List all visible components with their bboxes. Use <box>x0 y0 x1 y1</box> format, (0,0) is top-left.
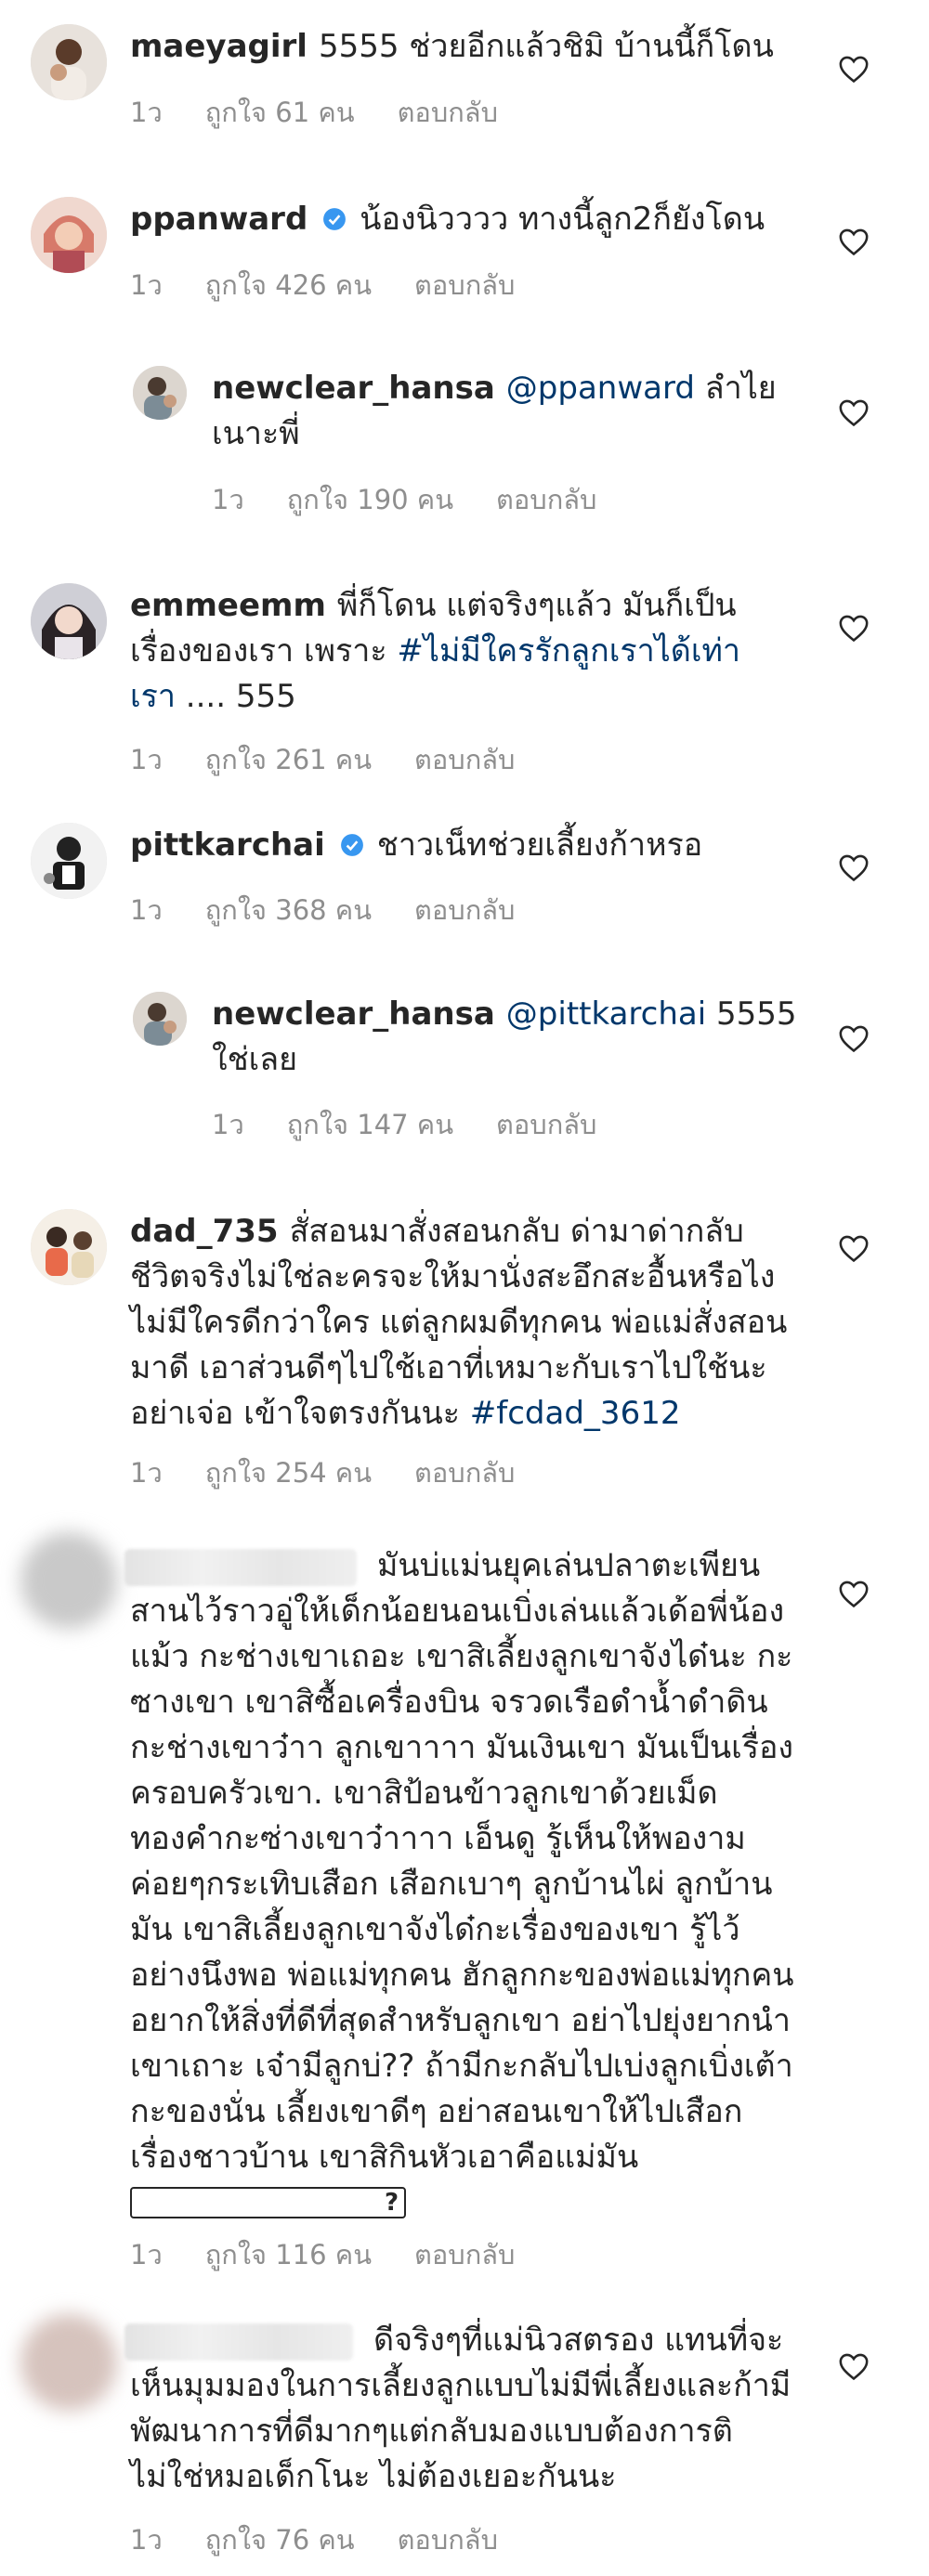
reply-button[interactable]: ตอบกลับ <box>398 97 498 128</box>
heart-icon[interactable] <box>838 397 870 427</box>
comment-meta: 1ว ถูกใจ 76 คน ตอบกลับ <box>130 2518 541 2561</box>
avatar[interactable] <box>31 197 107 273</box>
reply-button[interactable]: ตอบกลับ <box>398 2524 498 2556</box>
comment-meta: 1ว ถูกใจ 116 คน ตอบกลับ <box>130 2233 557 2276</box>
heart-icon[interactable] <box>838 54 870 84</box>
like-count[interactable]: ถูกใจ 368 คน <box>205 894 372 926</box>
comment-time: 1ว <box>130 2239 163 2270</box>
avatar[interactable] <box>31 823 107 899</box>
like-count[interactable]: ถูกใจ 261 คน <box>205 744 372 775</box>
comment-time: 1ว <box>212 484 244 515</box>
username-link[interactable]: ppanward <box>130 201 307 238</box>
comment-meta: 1ว ถูกใจ 147 คน ตอบกลับ <box>212 1103 639 1146</box>
comment-time: 1ว <box>130 269 163 301</box>
username-link[interactable]: newclear_hansa <box>212 995 495 1033</box>
comment-text: emmeemm พี่ก็โดน แต่จริงๆแล้ว มันก็เป็นเร… <box>130 587 740 715</box>
heart-icon[interactable] <box>838 1023 870 1053</box>
username-link[interactable]: emmeemm <box>130 587 326 624</box>
comment-time: 1ว <box>130 2524 163 2556</box>
heart-icon[interactable] <box>838 227 870 256</box>
reply-button[interactable]: ตอบกลับ <box>414 2239 515 2270</box>
comment-time: 1ว <box>130 744 163 775</box>
verified-badge-icon <box>340 834 363 856</box>
avatar[interactable] <box>31 1209 107 1285</box>
comment-meta: 1ว ถูกใจ 426 คน ตอบกลับ <box>130 264 557 306</box>
hashtag-link[interactable]: #fcdad_3612 <box>470 1395 681 1432</box>
comment-text: newclear_hansa @ppanward ลำไยเนาะพี่ <box>212 370 777 452</box>
comment-meta: 1ว ถูกใจ 261 คน ตอบกลับ <box>130 738 557 781</box>
comment-time: 1ว <box>130 1457 163 1489</box>
avatar[interactable] <box>31 24 107 100</box>
avatar[interactable] <box>20 2314 117 2411</box>
mention-link[interactable]: @ppanward <box>506 370 695 407</box>
comment-meta: 1ว ถูกใจ 61 คน ตอบกลับ <box>130 91 541 134</box>
reply-button[interactable]: ตอบกลับ <box>414 269 515 301</box>
comment-meta: 1ว ถูกใจ 368 คน ตอบกลับ <box>130 889 557 931</box>
comment-text: dad_735 สั่สอนมาสั่งสอนกลับ ด่ามาด่ากลับ … <box>130 1213 788 1432</box>
avatar[interactable] <box>20 1532 117 1629</box>
avatar[interactable] <box>133 366 187 420</box>
like-count[interactable]: ถูกใจ 61 คน <box>205 97 355 128</box>
reply-button[interactable]: ตอบกลับ <box>496 484 596 515</box>
like-count[interactable]: ถูกใจ 76 คน <box>205 2524 355 2556</box>
heart-icon[interactable] <box>838 2351 870 2381</box>
avatar[interactable] <box>133 992 187 1046</box>
reply-button[interactable]: ตอบกลับ <box>496 1109 596 1140</box>
comment-text: ppanward น้องนิวววว ทางนี้ลูก2ก็ยังโดน <box>130 201 765 238</box>
comment-text: ดีจริงๆที่แม่นิวสตรอง แทนที่จะเห็นมุมมอง… <box>130 2322 792 2495</box>
avatar[interactable] <box>31 583 107 659</box>
verified-badge-icon <box>323 208 347 230</box>
reply-button[interactable]: ตอบกลับ <box>414 744 515 775</box>
comment-time: 1ว <box>130 894 163 926</box>
reply-button[interactable]: ตอบกลับ <box>414 894 515 926</box>
like-count[interactable]: ถูกใจ 190 คน <box>287 484 453 515</box>
like-count[interactable]: ถูกใจ 147 คน <box>287 1109 453 1140</box>
comment-time: 1ว <box>212 1109 244 1140</box>
comment-text: มันบ่แม่นยุคเล่นปลาตะเพียน สานไว้ราวอู่ใ… <box>130 1547 794 2218</box>
like-count[interactable]: ถูกใจ 254 คน <box>205 1457 372 1489</box>
comment-text: pittkarchai ชาวเน็ทช่วยเลี้ยงก้าหรอ <box>130 826 703 864</box>
heart-icon[interactable] <box>838 852 870 882</box>
username-link[interactable]: maeyagirl <box>130 28 307 65</box>
username-link[interactable]: pittkarchai <box>130 826 325 864</box>
reply-button[interactable]: ตอบกลับ <box>414 1457 515 1489</box>
heart-icon[interactable] <box>838 1233 870 1263</box>
like-count[interactable]: ถูกใจ 426 คน <box>205 269 372 301</box>
comment-text: maeyagirl 5555 ช่วยอีกแล้วชิมิ บ้านนี้ก็โ… <box>130 28 774 65</box>
comment-meta: 1ว ถูกใจ 254 คน ตอบกลับ <box>130 1451 557 1494</box>
mention-link[interactable]: @pittkarchai <box>506 995 706 1033</box>
username-link[interactable]: newclear_hansa <box>212 370 495 407</box>
comment-time: 1ว <box>130 97 163 128</box>
heart-icon[interactable] <box>838 1579 870 1608</box>
comment-meta: 1ว ถูกใจ 190 คน ตอบกลับ <box>212 478 639 521</box>
comment-text: newclear_hansa @pittkarchai 5555 ใช่เลย <box>212 995 797 1078</box>
unknown-emoji-icon: ? <box>130 2187 407 2218</box>
like-count[interactable]: ถูกใจ 116 คน <box>205 2239 372 2270</box>
username-link[interactable]: dad_735 <box>130 1213 279 1250</box>
heart-icon[interactable] <box>838 613 870 643</box>
